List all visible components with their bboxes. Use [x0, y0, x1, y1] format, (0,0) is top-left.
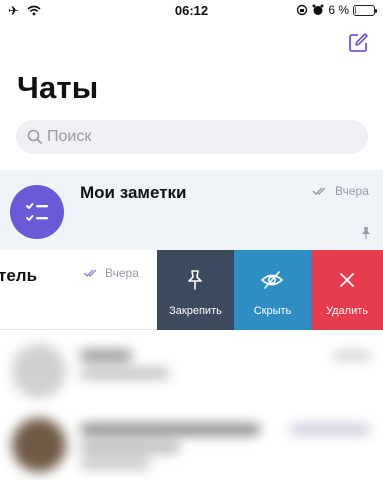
- pinned-icon: [362, 227, 370, 239]
- blurred-text: [80, 368, 170, 379]
- search-input[interactable]: Поиск: [16, 120, 368, 154]
- alarm-icon: [312, 4, 324, 15]
- search-icon: [27, 129, 42, 144]
- blurred-text: [80, 424, 260, 435]
- blurred-text: [80, 458, 150, 469]
- hide-chat-label: Скрыть: [253, 305, 292, 317]
- chat-name: тель: [0, 266, 38, 285]
- compose-icon[interactable]: [345, 30, 371, 56]
- read-ticks-icon: [83, 269, 97, 277]
- page-title: Чаты: [17, 70, 99, 105]
- blurred-chat-list: [0, 330, 383, 480]
- pin-chat-label: Закрепить: [169, 305, 222, 317]
- battery-level: [355, 6, 356, 14]
- status-bar: ✈ 06:12 6 %: [0, 0, 383, 22]
- delete-chat-button[interactable]: Удалить: [311, 250, 383, 330]
- blurred-text: [80, 350, 132, 361]
- pin-chat-button[interactable]: Закрепить: [157, 250, 234, 330]
- battery-icon: [353, 4, 377, 16]
- avatar: [10, 185, 64, 239]
- chat-name: Мои заметки: [80, 183, 187, 202]
- blurred-text: [80, 442, 180, 453]
- delete-chat-label: Удалить: [326, 305, 368, 317]
- chat-time: Вчера: [105, 266, 139, 280]
- status-right: 6 %: [296, 3, 377, 17]
- chat-row-notes[interactable]: Мои заметки Вчера: [0, 170, 383, 250]
- hide-chat-button[interactable]: Скрыть: [234, 250, 311, 330]
- chat-time: Вчера: [335, 184, 369, 198]
- pin-icon: [188, 270, 202, 290]
- blurred-text: [290, 424, 370, 435]
- battery-percent: 6 %: [328, 3, 349, 17]
- orientation-lock-icon: [297, 4, 308, 16]
- eye-off-icon: [260, 271, 284, 289]
- search-placeholder: Поиск: [47, 128, 92, 145]
- avatar: [12, 344, 66, 398]
- blurred-text: [333, 350, 371, 361]
- notes-list-icon: [26, 203, 48, 221]
- avatar: [12, 418, 66, 472]
- read-ticks-icon: [312, 187, 326, 195]
- close-icon: [340, 273, 354, 287]
